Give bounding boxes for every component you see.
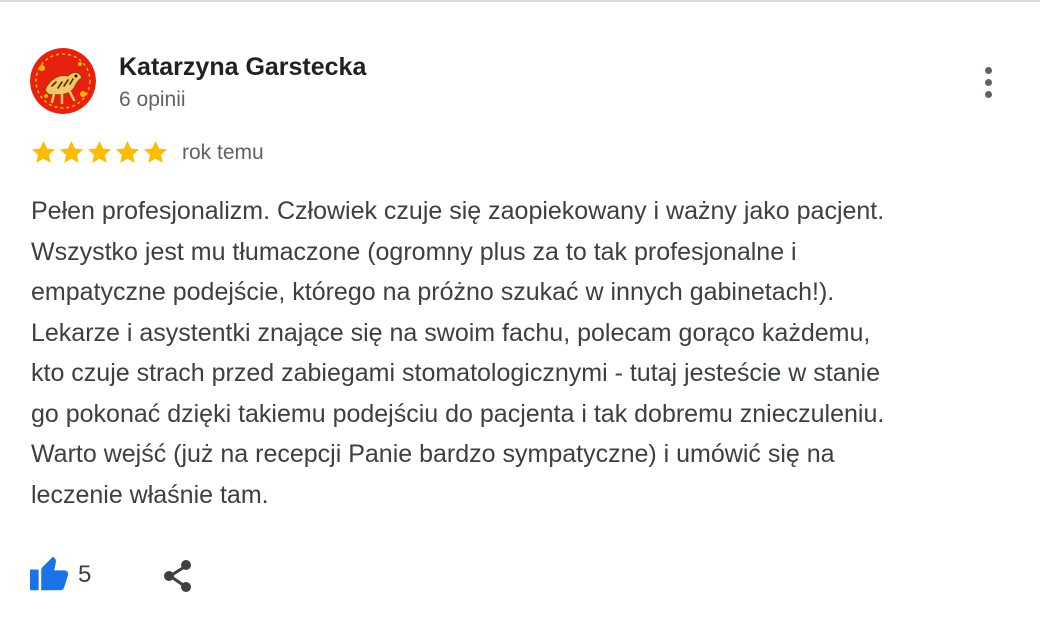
star-rating (30, 139, 169, 166)
more-options-button[interactable] (970, 60, 1006, 104)
review-text-line: leczenie właśnie tam. (31, 480, 269, 509)
top-divider (0, 0, 1040, 2)
star-icon (115, 141, 140, 163)
star-icon (143, 141, 168, 163)
author-name[interactable]: Katarzyna Garstecka (119, 53, 366, 82)
review-text: Pełen profesjonalizm. Człowiek czuje się… (31, 191, 1016, 515)
review-text-line: Wszystko jest mu tłumaczone (ogromny plu… (31, 237, 797, 266)
star-icon (87, 141, 112, 163)
star-icon (31, 141, 56, 163)
share-button[interactable] (158, 556, 198, 596)
like-count: 5 (78, 561, 92, 588)
review-text-line: go pokonać dzięki takiemu podejściu do p… (31, 399, 885, 428)
star-icon (59, 141, 84, 163)
review-text-line: empatyczne podejście, którego na próżno … (31, 278, 835, 306)
review-date: rok temu (182, 141, 264, 164)
avatar[interactable] (30, 48, 96, 114)
review-text-line: Warto wejść (już na recepcji Panie bardz… (31, 440, 835, 468)
review-text-line: kto czuje strach przed zabiegami stomato… (31, 359, 880, 387)
thumbs-up-icon (30, 556, 69, 591)
review-text-line: Lekarze i asystentki znające się na swoi… (31, 318, 871, 347)
avatar-image (30, 48, 96, 114)
like-button[interactable] (28, 554, 70, 592)
more-vert-icon (984, 66, 992, 74)
more-vert-icon-dot (984, 78, 992, 86)
share-icon (164, 560, 191, 592)
more-vert-icon-dot (984, 90, 992, 98)
review-text-line: Pełen profesjonalizm. Człowiek czuje się… (31, 197, 885, 225)
author-review-count: 6 opinii (119, 88, 186, 111)
